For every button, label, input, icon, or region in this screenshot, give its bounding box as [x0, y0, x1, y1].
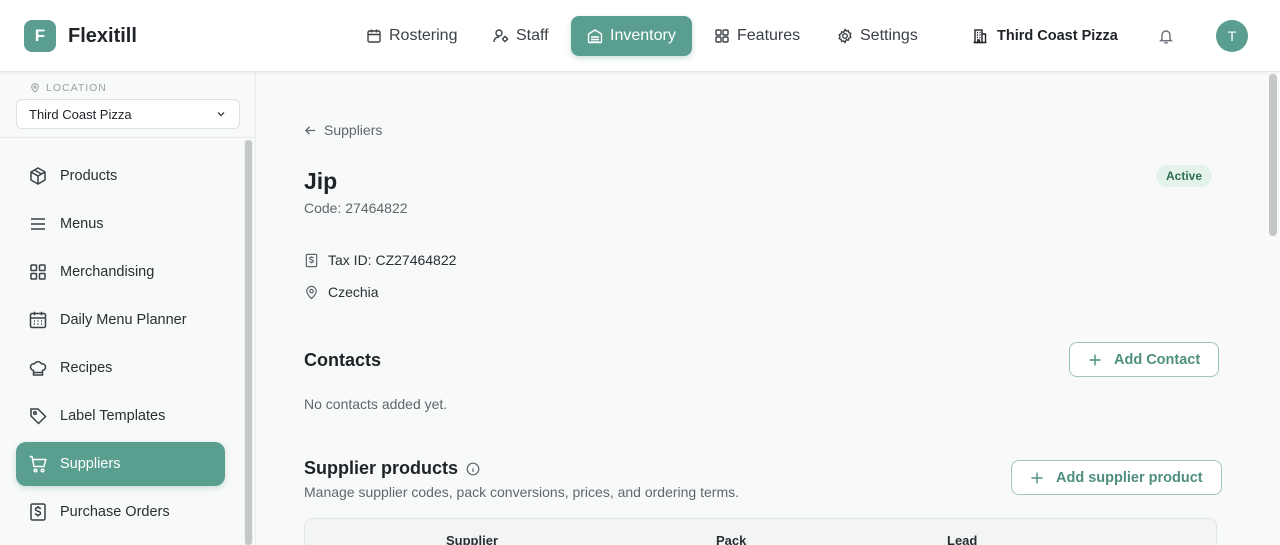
back-to-suppliers-link[interactable]: Suppliers [304, 122, 382, 138]
brand-name[interactable]: Flexitill [68, 25, 137, 48]
supplier-products-subtitle: Manage supplier codes, pack conversions,… [304, 484, 739, 500]
sidebar-item-purchase-orders[interactable]: Purchase Orders [16, 490, 225, 534]
plus-icon [1088, 353, 1102, 367]
sidebar-item-label: Recipes [60, 360, 113, 376]
sidebar-item-label: Daily Menu Planner [60, 312, 187, 328]
sidebar-scroll-thumb[interactable] [245, 140, 252, 545]
supplier-products-heading: Supplier products [304, 458, 480, 479]
sidebar-item-label: Suppliers [60, 456, 121, 472]
calendar-icon [28, 310, 48, 330]
nav-label: Rostering [389, 27, 458, 44]
column-header-supplier[interactable]: Supplier [446, 533, 498, 545]
location-label: LOCATION [30, 82, 107, 94]
sidebar-item-label: Purchase Orders [60, 504, 170, 520]
user-avatar[interactable]: T [1216, 20, 1248, 52]
info-icon[interactable] [466, 462, 480, 476]
location-switcher[interactable]: Third Coast Pizza [972, 16, 1118, 56]
sidebar-item-label: Merchandising [60, 264, 155, 280]
contacts-empty-state: No contacts added yet. [304, 396, 448, 412]
country: Czechia [328, 284, 379, 300]
column-header-lead[interactable]: Lead [947, 533, 977, 545]
sidebar-item-label: Label Templates [60, 408, 166, 424]
grid-icon [714, 28, 730, 44]
sidebar-item-merchandising[interactable]: Merchandising [16, 250, 225, 294]
sidebar-item-menus[interactable]: Menus [16, 202, 225, 246]
location-select-value: Third Coast Pizza [29, 106, 132, 122]
add-contact-button[interactable]: Add Contact [1069, 342, 1220, 377]
gear-icon [837, 28, 853, 44]
nav-staff[interactable]: Staff [477, 16, 565, 56]
tax-id-row: Tax ID: CZ27464822 [304, 252, 456, 268]
sidebar-item-label: Menus [60, 216, 104, 232]
sidebar-scrollbar[interactable] [244, 140, 253, 545]
location-name: Third Coast Pizza [997, 28, 1118, 44]
bell-icon[interactable] [1158, 28, 1174, 44]
box-icon [587, 28, 603, 44]
chevron-down-icon [215, 108, 227, 120]
sidebar-item-label: Products [60, 168, 118, 184]
sidebar-item-daily-menu-planner[interactable]: Daily Menu Planner [16, 298, 225, 342]
chef-hat-icon [28, 358, 48, 378]
arrow-left-icon [304, 124, 317, 137]
sidebar-item-suppliers[interactable]: Suppliers [16, 442, 225, 486]
sidebar-divider [0, 137, 256, 138]
sidebar: LOCATION Third Coast Pizza Products Menu… [0, 72, 256, 545]
main-content: Suppliers Jip Active Code: 27464822 Tax … [256, 72, 1266, 545]
building-icon [972, 28, 988, 44]
column-header-pack[interactable]: Pack [716, 533, 746, 545]
add-supplier-product-button[interactable]: Add supplier product [1011, 460, 1222, 495]
grid-icon [28, 262, 48, 282]
sidebar-item-products[interactable]: Products [16, 154, 225, 198]
calendar-icon [366, 28, 382, 44]
sidebar-item-label-templates[interactable]: Label Templates [16, 394, 225, 438]
supplier-products-table: Supplier Pack Lead [304, 518, 1217, 545]
tax-id: Tax ID: CZ27464822 [328, 252, 457, 268]
main-scrollbar[interactable] [1266, 72, 1280, 545]
country-row: Czechia [304, 284, 379, 300]
tag-icon [28, 406, 48, 426]
receipt-dollar-icon [304, 253, 319, 268]
main-scroll-thumb[interactable] [1269, 74, 1277, 236]
nav-label: Inventory [610, 27, 676, 44]
list-icon [28, 214, 48, 234]
contacts-heading: Contacts [304, 350, 382, 370]
cart-icon [28, 454, 48, 474]
nav-features[interactable]: Features [698, 16, 816, 56]
location-select[interactable]: Third Coast Pizza [16, 99, 240, 129]
map-pin-icon [30, 83, 40, 93]
page-title: Jip [304, 168, 338, 194]
app-logo[interactable]: F [24, 20, 56, 52]
nav-label: Staff [516, 27, 549, 44]
nav-inventory[interactable]: Inventory [571, 16, 692, 56]
nav-settings[interactable]: Settings [821, 16, 934, 56]
dollar-doc-icon [28, 502, 48, 522]
plus-icon [1030, 471, 1044, 485]
sidebar-item-recipes[interactable]: Recipes [16, 346, 225, 390]
nav-label: Settings [860, 27, 918, 44]
cube-icon [28, 166, 48, 186]
nav-rostering[interactable]: Rostering [350, 16, 473, 56]
status-badge: Active [1156, 165, 1213, 187]
nav-label: Features [737, 27, 801, 44]
map-pin-icon [304, 285, 319, 300]
supplier-code: Code: 27464822 [304, 200, 408, 216]
top-header: F Flexitill Rostering Staff Inventory Fe… [0, 0, 1280, 72]
user-gear-icon [493, 28, 509, 44]
